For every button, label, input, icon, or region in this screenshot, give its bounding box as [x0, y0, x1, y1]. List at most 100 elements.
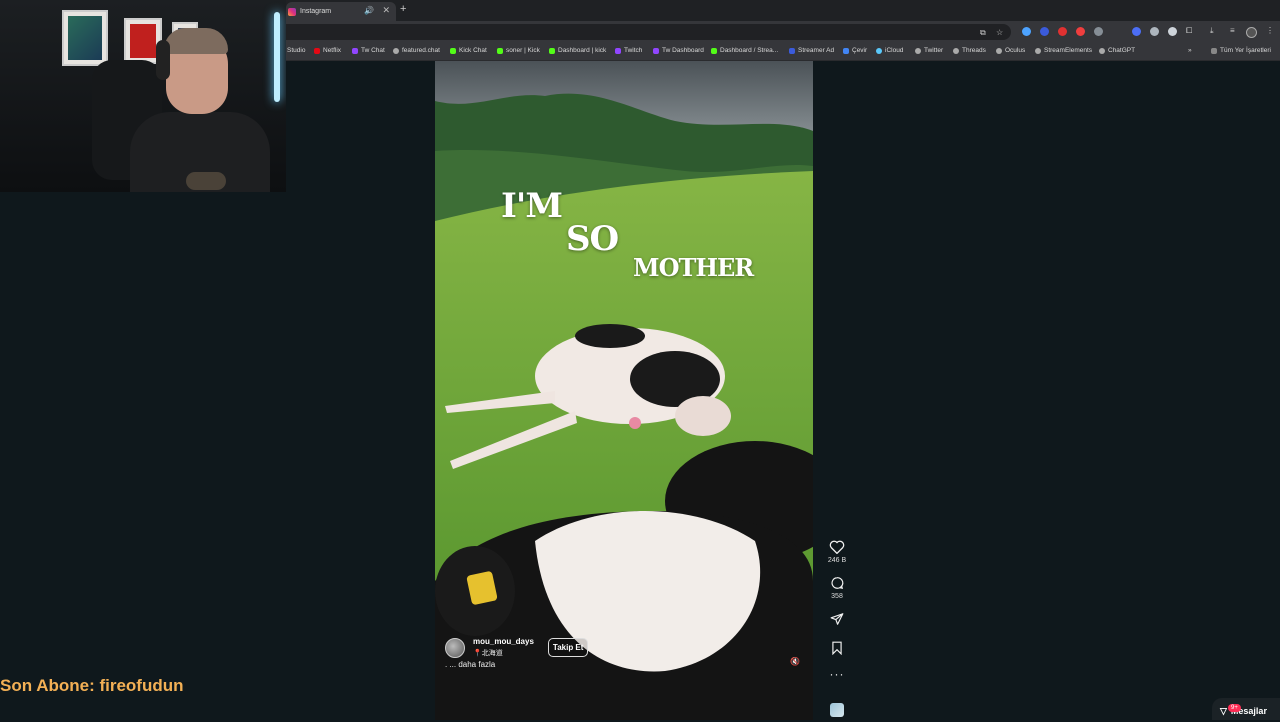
- bookmark-item[interactable]: Netflix: [314, 47, 341, 54]
- tab-instagram[interactable]: Instagram 🔊 ✕: [286, 2, 396, 21]
- bookmark-icon[interactable]: [831, 641, 843, 655]
- location-label[interactable]: 北海道: [482, 650, 503, 657]
- cloud-icon: [876, 47, 882, 54]
- messages-badge: 9+: [1228, 704, 1241, 712]
- bookmark-item[interactable]: Studio: [287, 47, 305, 54]
- bookmarks-bar: Studio Netflix Tw Chat featured.chat Kic…: [286, 43, 1280, 61]
- bookmark-item[interactable]: iCloud: [876, 47, 903, 54]
- bookmark-item[interactable]: Oculus: [996, 47, 1025, 54]
- all-bookmarks-label: Tüm Yer İşaretleri: [1220, 47, 1271, 54]
- wall-frame: [62, 10, 108, 66]
- bookmark-item[interactable]: Twitch: [615, 47, 642, 54]
- new-tab-button[interactable]: +: [400, 3, 406, 15]
- bookmark-label: Tw Dashboard: [662, 47, 704, 54]
- twitch-icon: [615, 47, 621, 54]
- globe-icon: [953, 47, 959, 54]
- bookmark-item[interactable]: ChatGPT: [1099, 47, 1135, 54]
- profile-avatar[interactable]: [1246, 27, 1257, 38]
- bookmark-label: iCloud: [885, 47, 904, 54]
- last-subscriber-alert: Son Abone: fireofudun: [0, 676, 184, 695]
- address-input[interactable]: ⧉ ☆: [286, 24, 1011, 40]
- like-count: 246 B: [827, 557, 847, 564]
- globe-icon: [393, 47, 399, 54]
- avatar[interactable]: [445, 637, 465, 658]
- bookmark-label: Netflix: [323, 47, 342, 54]
- bookmark-item[interactable]: featured.chat: [393, 47, 440, 54]
- speaker-icon[interactable]: 🔊: [364, 6, 374, 15]
- more-bookmarks-icon[interactable]: »: [1188, 47, 1192, 54]
- cast-icon[interactable]: ⧉: [980, 28, 986, 38]
- twitch-icon: [352, 47, 358, 54]
- download-icon[interactable]: ⤓: [1210, 26, 1214, 36]
- mute-icon[interactable]: 🔇: [790, 657, 800, 666]
- globe-icon: [915, 47, 921, 54]
- heart-icon[interactable]: [829, 540, 845, 554]
- reel-video[interactable]: I'M SO MOTHER mou_mou_days 📍北海道 Takip Et…: [435, 61, 813, 720]
- bookmark-item[interactable]: Dashboard | kick: [549, 47, 606, 54]
- bookmark-item[interactable]: Çevir: [843, 47, 867, 54]
- comment-icon[interactable]: [830, 576, 844, 590]
- bookmark-item[interactable]: Threads: [953, 47, 986, 54]
- media-control-icon[interactable]: ≡: [1230, 26, 1235, 35]
- kick-icon: [549, 47, 555, 54]
- bookmark-label: Streamer Ad: [798, 47, 835, 54]
- globe-icon: [1035, 47, 1041, 54]
- extension-icon[interactable]: [1150, 27, 1159, 36]
- bookmark-label: soner | Kick: [506, 47, 540, 54]
- shield-icon[interactable]: [1168, 27, 1177, 36]
- bookmark-label: Kick Chat: [459, 47, 487, 54]
- instagram-icon: [288, 7, 296, 16]
- led-light: [274, 12, 280, 102]
- star-icon[interactable]: ☆: [996, 28, 1003, 37]
- bookmark-label: Dashboard / Strea...: [720, 47, 779, 54]
- audio-thumbnail[interactable]: [830, 703, 844, 717]
- extension-icon[interactable]: [1022, 27, 1031, 36]
- twitch-icon: [653, 47, 659, 54]
- send-icon: ▽: [1220, 705, 1227, 716]
- puzzle-icon[interactable]: ⧠: [1186, 26, 1192, 36]
- overlay-text-line: MOTHER: [633, 253, 754, 282]
- bookmark-label: ChatGPT: [1108, 47, 1136, 54]
- share-icon[interactable]: [830, 612, 844, 626]
- streamer-hair: [164, 28, 228, 54]
- bookmark-label: Çevir: [852, 47, 868, 54]
- bookmark-item[interactable]: Kick Chat: [450, 47, 487, 54]
- bookmark-label: Twitch: [624, 47, 643, 54]
- globe-icon: [1099, 47, 1105, 54]
- bookmark-item[interactable]: soner | Kick: [497, 47, 540, 54]
- bookmark-label: Studio: [287, 47, 306, 54]
- follow-button[interactable]: Takip Et: [547, 638, 589, 657]
- overlay-text-line: SO: [566, 219, 619, 259]
- bookmark-item[interactable]: Tw Chat: [352, 47, 385, 54]
- extension-icon[interactable]: [1040, 27, 1049, 36]
- folder-icon: [1211, 47, 1217, 54]
- bookmark-label: Dashboard | kick: [558, 47, 607, 54]
- location-pin-icon: 📍: [473, 650, 482, 657]
- bookmark-item[interactable]: Streamer Ad: [789, 47, 834, 54]
- extension-icon[interactable]: [1076, 27, 1085, 36]
- close-tab-icon[interactable]: ✕: [382, 5, 390, 16]
- extension-icon[interactable]: [1132, 27, 1141, 36]
- reel-author: mou_mou_days 📍北海道 Takip Et: [445, 637, 589, 658]
- bookmark-item[interactable]: Twitter: [915, 47, 943, 54]
- comment-count: 358: [831, 593, 843, 600]
- bookmark-item[interactable]: Dashboard / Strea...: [711, 47, 778, 54]
- caption[interactable]: . ... daha fazla: [445, 660, 495, 669]
- extension-icon[interactable]: [1058, 27, 1067, 36]
- all-bookmarks[interactable]: Tüm Yer İşaretleri: [1211, 47, 1271, 54]
- bookmark-label: StreamElements: [1044, 47, 1093, 54]
- extension-icon[interactable]: [1094, 27, 1103, 36]
- username[interactable]: mou_mou_days: [473, 637, 534, 646]
- toolbar: ⧉ ☆ ⧠ ⤓ ≡ ⋮: [286, 21, 1280, 43]
- tab-bar: Instagram 🔊 ✕ +: [286, 0, 1280, 21]
- bookmark-label: Threads: [962, 47, 986, 54]
- menu-icon[interactable]: ⋮: [1266, 26, 1274, 35]
- bookmark-icon: [789, 47, 795, 54]
- headset: [156, 40, 170, 80]
- more-icon[interactable]: ···: [825, 667, 849, 681]
- reel-scene: [435, 61, 813, 720]
- bookmark-label: Twitter: [924, 47, 944, 54]
- bookmark-item[interactable]: Tw Dashboard: [653, 47, 704, 54]
- bookmark-item[interactable]: StreamElements: [1035, 47, 1092, 54]
- bookmark-label: Tw Chat: [361, 47, 385, 54]
